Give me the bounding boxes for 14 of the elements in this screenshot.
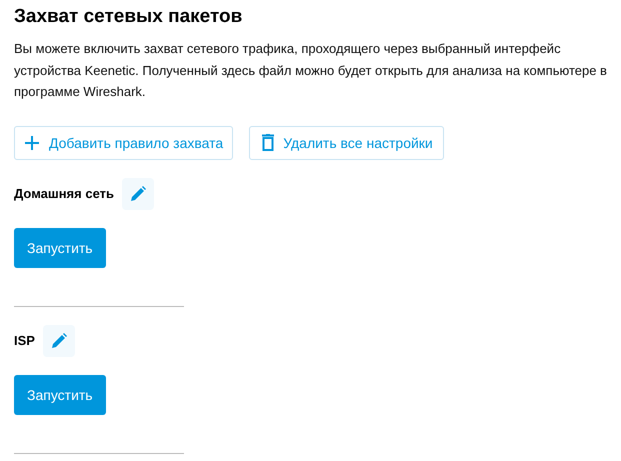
start-button[interactable]: Запустить [14, 374, 106, 414]
interface-name: ISP [14, 333, 35, 348]
pencil-icon [50, 332, 67, 348]
interface-name: Домашняя сеть [14, 186, 114, 201]
pencil-icon [130, 186, 146, 202]
edit-button[interactable] [122, 178, 154, 210]
plus-icon [24, 134, 40, 150]
page-title: Захват сетевых пакетов [14, 6, 244, 28]
start-button[interactable]: Запустить [14, 228, 106, 268]
edit-button[interactable] [42, 324, 75, 356]
description-text: Вы можете включить захват сетевого трафика, проходящего через выбранный интерфейс устройства Keenetic. Полученный здесь файл можно будет открыть для анализа на компьютере в программе Wireshark. [14, 40, 607, 101]
delete-settings-button[interactable]: Удалить все настройки [249, 126, 444, 160]
add-rule-button[interactable]: Добавить правило захвата [14, 126, 234, 160]
trash-icon [262, 134, 274, 151]
